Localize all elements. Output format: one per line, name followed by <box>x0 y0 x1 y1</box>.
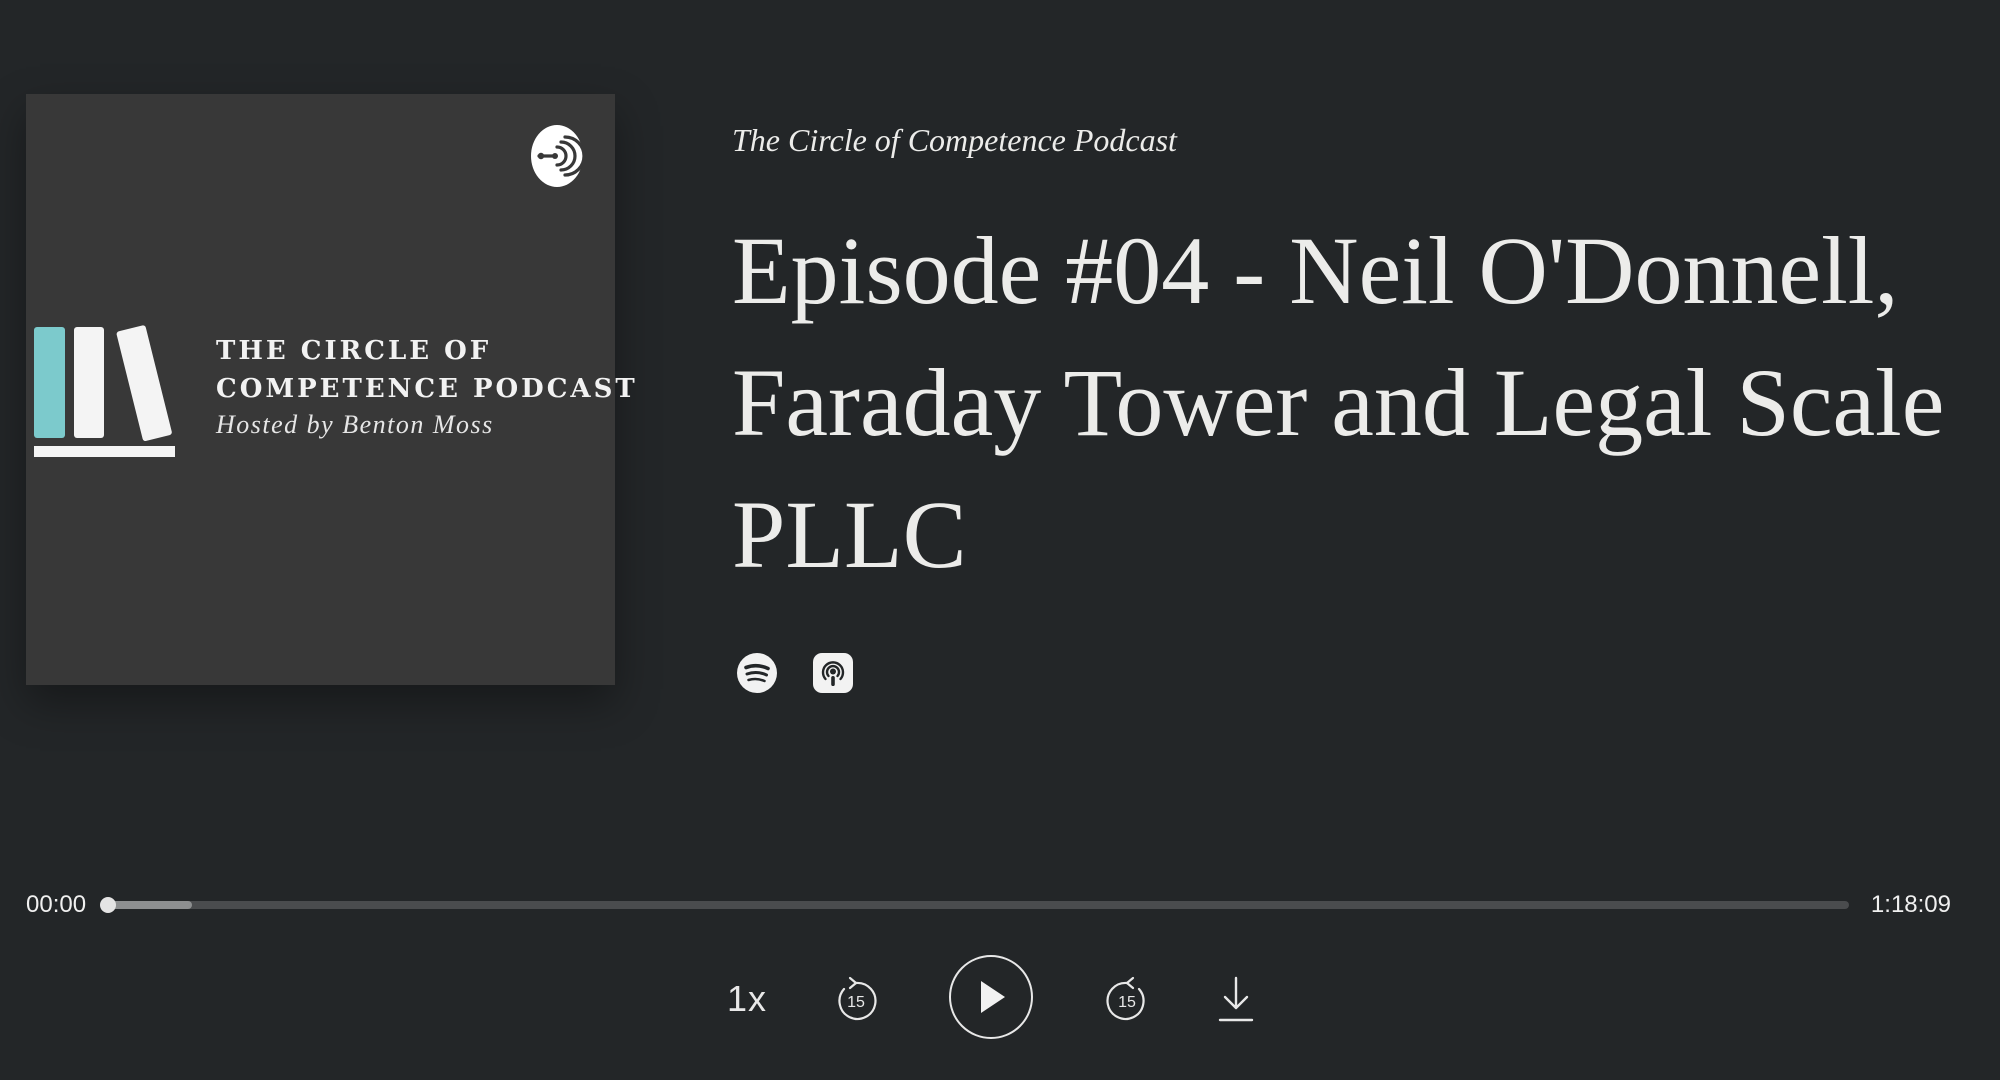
playback-speed-button[interactable]: 1x <box>712 976 782 1022</box>
podcast-cover-art: THE CIRCLE OF COMPETENCE PODCAST Hosted … <box>26 94 635 685</box>
player-controls: 1x 15 15 <box>0 954 2000 1044</box>
show-name-link[interactable]: The Circle of Competence Podcast <box>732 122 1177 159</box>
skip-forward-15-button[interactable]: 15 <box>1099 972 1155 1028</box>
cover-title-line-2: COMPETENCE PODCAST <box>216 374 638 404</box>
forward-15-icon: 15 <box>1106 976 1145 1021</box>
books-logo-icon <box>34 325 175 457</box>
apple-podcasts-icon[interactable] <box>812 652 854 694</box>
duration: 1:18:09 <box>1870 891 1951 918</box>
cover-title-line-1: THE CIRCLE OF <box>216 336 492 366</box>
progress-thumb[interactable] <box>100 897 116 913</box>
cover-title: THE CIRCLE OF COMPETENCE PODCAST <box>216 332 638 408</box>
episode-title: Episode #04 - Neil O'Donnell, Faraday To… <box>732 217 1945 588</box>
spotify-icon[interactable] <box>736 652 778 694</box>
cover-host-line: Hosted by Benton Moss <box>216 410 494 439</box>
download-button[interactable] <box>1214 970 1258 1030</box>
play-button[interactable] <box>949 955 1033 1039</box>
platform-links <box>736 652 854 694</box>
current-time: 00:00 <box>26 891 87 918</box>
podcast-episode-page: THE CIRCLE OF COMPETENCE PODCAST Hosted … <box>0 0 2000 1080</box>
progress-buffered <box>108 901 192 909</box>
skip-back-15-button[interactable]: 15 <box>828 972 884 1028</box>
progress-bar[interactable] <box>100 897 1849 913</box>
play-icon <box>981 981 1005 1013</box>
rewind-15-icon: 15 <box>838 976 877 1021</box>
anchor-podcast-icon[interactable] <box>530 124 586 188</box>
download-icon <box>1218 976 1254 1022</box>
skip-back-label: 15 <box>847 994 865 1011</box>
skip-forward-label: 15 <box>1118 994 1136 1011</box>
